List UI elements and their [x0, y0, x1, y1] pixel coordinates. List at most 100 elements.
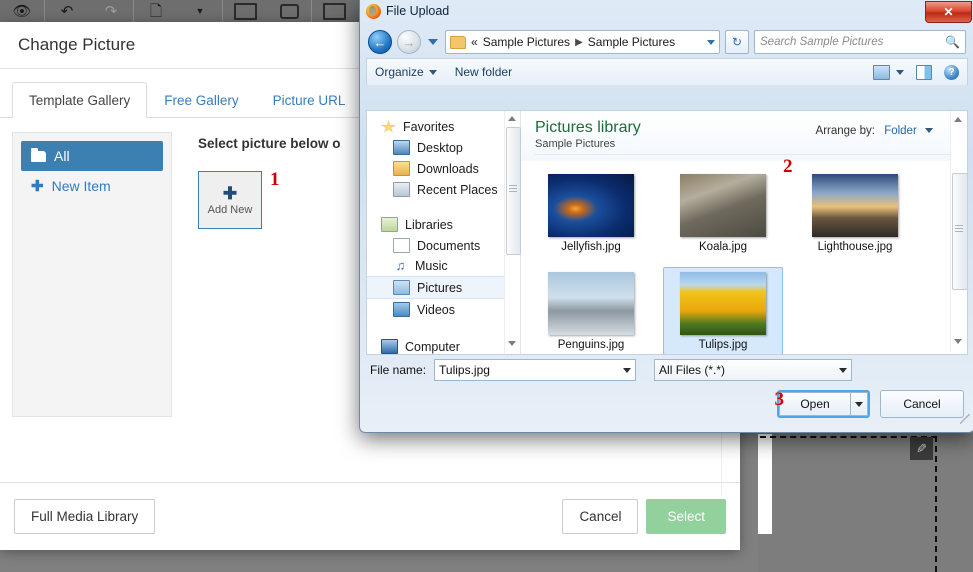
address-bar[interactable]: « Sample Pictures ▶ Sample Pictures — [445, 30, 720, 54]
file-item[interactable]: Koala.jpg — [663, 169, 783, 257]
nav-item-computer[interactable]: Computer — [367, 336, 520, 354]
arrange-by-label: Arrange by: — [815, 125, 875, 137]
nav-item-libraries[interactable]: Libraries — [367, 214, 520, 235]
recent-places-icon — [393, 182, 410, 197]
nav-item-label: Libraries — [405, 217, 453, 232]
documents-icon — [393, 238, 410, 253]
rounded-rect-icon — [279, 3, 299, 19]
canvas-area[interactable]: ✎ — [758, 434, 973, 572]
file-list-scrollbar[interactable] — [950, 111, 967, 352]
add-new-button[interactable]: ✚ Add New — [198, 171, 262, 229]
file-thumbnail-grid: Jellyfish.jpg Koala.jpg Lighthouse.jpg P… — [521, 161, 941, 354]
nav-item-label: Pictures — [417, 280, 463, 295]
desktop-icon — [393, 140, 410, 155]
nav-item-label: Favorites — [403, 120, 455, 134]
pencil-icon[interactable]: ✎ — [910, 437, 933, 460]
rect-icon — [233, 2, 257, 20]
forward-arrow-icon[interactable]: → — [397, 30, 421, 54]
file-thumbnail — [548, 174, 634, 237]
refresh-icon[interactable]: ↻ — [725, 30, 749, 54]
cancel-button[interactable]: Cancel — [880, 390, 964, 418]
rect-tool-button[interactable] — [223, 0, 267, 22]
tab-free-gallery[interactable]: Free Gallery — [147, 82, 255, 118]
file-name-input[interactable]: Tulips.jpg — [434, 359, 637, 381]
nav-pane-scrollbar[interactable] — [504, 111, 521, 354]
breadcrumb-item-1[interactable]: Sample Pictures — [483, 35, 570, 49]
chevron-down-icon[interactable] — [839, 367, 848, 373]
open-dropdown-button[interactable] — [850, 392, 868, 416]
page-button[interactable]: 🗋 — [134, 0, 178, 22]
chevron-down-icon — [428, 70, 437, 76]
file-item[interactable]: Penguins.jpg — [531, 267, 651, 354]
organize-button[interactable]: Organize — [375, 65, 437, 79]
sidebar-item-all[interactable]: All — [21, 141, 163, 171]
box-icon — [322, 2, 346, 20]
file-item-selected[interactable]: Tulips.jpg — [663, 267, 783, 354]
back-arrow-icon[interactable]: ← — [368, 30, 392, 54]
page-icon: 🗋 — [149, 2, 163, 20]
file-item[interactable]: Jellyfish.jpg — [531, 169, 651, 257]
rounded-rect-tool-button[interactable] — [267, 0, 311, 22]
nav-item-recent-places[interactable]: Recent Places — [367, 179, 520, 200]
nav-item-downloads[interactable]: Downloads — [367, 158, 520, 179]
navigation-pane: Favorites Desktop Downloads Recent Place… — [367, 111, 521, 354]
scroll-up-arrow-icon[interactable] — [508, 116, 516, 121]
nav-item-favorites[interactable]: Favorites — [367, 117, 520, 137]
annotation-marker-3: 3 — [774, 389, 785, 410]
file-type-select[interactable]: All Files (*.*) — [654, 359, 853, 381]
file-name-label: Lighthouse.jpg — [817, 241, 893, 253]
scroll-down-arrow-icon[interactable] — [954, 339, 962, 344]
view-layout-icon[interactable] — [873, 64, 890, 80]
tab-picture-url[interactable]: Picture URL — [256, 82, 363, 118]
tab-template-gallery[interactable]: Template Gallery — [12, 82, 148, 118]
plus-icon: ✚ — [222, 183, 238, 203]
new-folder-button[interactable]: New folder — [455, 65, 512, 79]
navigation-bar: ← → « Sample Pictures ▶ Sample Pictures … — [360, 26, 973, 58]
file-item[interactable]: Lighthouse.jpg — [795, 169, 915, 257]
nav-item-music[interactable]: ♫ Music — [367, 256, 520, 276]
close-icon[interactable]: ✕ — [925, 1, 972, 23]
recent-pages-chevron-down-icon[interactable] — [428, 39, 438, 45]
nav-item-desktop[interactable]: Desktop — [367, 137, 520, 158]
breadcrumb-item-2[interactable]: Sample Pictures — [588, 35, 675, 49]
page-dropdown-button[interactable]: ▼ — [178, 0, 222, 22]
sidebar-item-new-item[interactable]: ✚ New Item — [21, 171, 163, 201]
help-icon[interactable]: ? — [944, 64, 959, 80]
downloads-icon — [393, 161, 410, 176]
undo-icon: ↶ — [60, 2, 74, 20]
nav-item-documents[interactable]: Documents — [367, 235, 520, 256]
address-chevron-down-icon[interactable] — [707, 39, 715, 45]
select-button[interactable]: Select — [646, 499, 726, 534]
nav-item-pictures[interactable]: Pictures — [367, 276, 520, 299]
nav-item-label: Downloads — [417, 161, 479, 176]
redo-button[interactable]: ↷ — [89, 0, 133, 22]
nav-item-videos[interactable]: Videos — [367, 299, 520, 320]
file-thumbnail — [812, 174, 898, 237]
file-list-pane: Pictures library Sample Pictures Arrange… — [521, 111, 967, 354]
cancel-button[interactable]: Cancel — [562, 499, 639, 534]
arrange-by-value: Folder — [884, 125, 917, 137]
videos-icon — [393, 302, 410, 317]
file-name-value: Tulips.jpg — [439, 363, 490, 377]
full-media-library-button[interactable]: Full Media Library — [14, 499, 156, 534]
scroll-up-arrow-icon[interactable] — [954, 117, 962, 122]
undo-button[interactable]: ↶ — [45, 0, 89, 22]
box-tool-button[interactable] — [312, 0, 356, 22]
preview-pane-icon[interactable] — [916, 64, 932, 80]
eye-icon: 👁 — [12, 2, 32, 20]
command-bar: Organize New folder ? — [366, 58, 968, 85]
chevron-down-icon[interactable] — [623, 367, 632, 373]
resize-grip-icon[interactable] — [960, 414, 970, 424]
arrange-by-control[interactable]: Arrange by: Folder — [816, 125, 933, 137]
folder-icon — [450, 35, 466, 49]
open-button[interactable]: Open — [779, 392, 850, 416]
search-input[interactable]: Search Sample Pictures 🔍 — [754, 30, 966, 54]
chevron-down-icon: ▼ — [195, 5, 205, 16]
breadcrumb-prefix: « — [471, 35, 478, 49]
chevron-down-icon[interactable] — [896, 69, 904, 75]
title-bar[interactable]: File Upload ✕ — [360, 0, 973, 26]
scroll-down-arrow-icon[interactable] — [508, 341, 516, 346]
dialog-action-row: 3 Open Cancel — [360, 381, 973, 418]
eye-icon-button[interactable]: 👁 — [0, 0, 44, 22]
dialog-bottom-bar: File name: Tulips.jpg All Files (*.*) 3 … — [360, 355, 973, 427]
